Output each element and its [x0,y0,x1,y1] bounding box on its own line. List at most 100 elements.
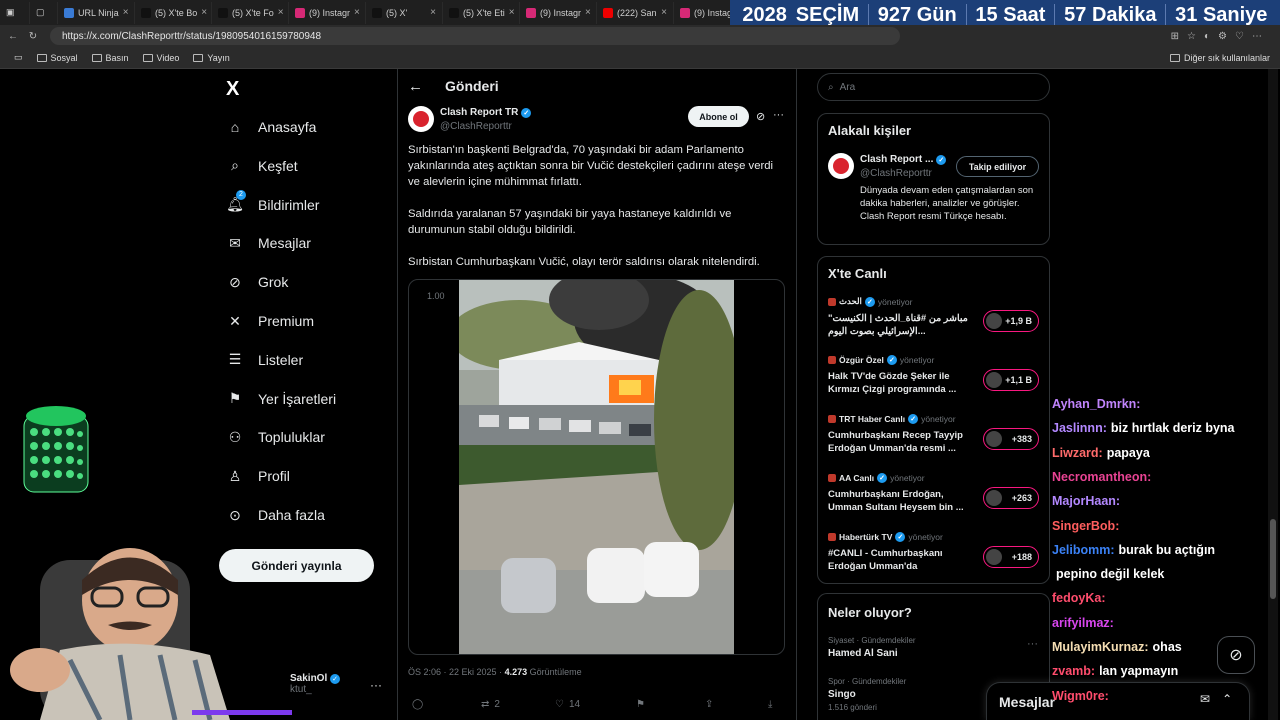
bookmark-folder[interactable]: Basın [91,53,129,63]
like-button[interactable]: ♡ 14 [555,699,580,710]
grok-icon[interactable]: ⊘ [756,110,765,123]
related-bio: Dünyada devam eden çatışmalardan son dak… [860,185,1034,222]
sidebar-item-label: Topluluklar [258,429,325,446]
browser-tab[interactable]: (9) Instagr× [289,1,366,24]
sidebar-item-x-premium[interactable]: ✕ Premium [226,309,314,333]
tab-favicon-icon [141,7,151,18]
browser-tab[interactable]: (5) X'te Fo × [212,1,289,24]
chat-message: Jelibomm: burak bu açtığın [1052,542,1215,559]
live-item[interactable]: TRT Haber Canlı ✓ yönetiyor Cumhurbaşkanı R… [828,414,1043,455]
author-name-row[interactable]: Clash Report TR ✓ [440,107,532,118]
sidebar-item-bell[interactable]: 🔔︎ Bildirimler 2 [226,189,319,217]
sidebar-item-search[interactable]: ⌕ Keşfet [226,154,298,178]
sidebar-item-mail[interactable]: ✉ Mesajlar [226,231,311,255]
trend-item[interactable]: Siyaset · Gündemdekiler Hamed Al Sani [828,636,1038,662]
tab-close-icon[interactable]: × [585,7,591,18]
browser-tab[interactable]: (222) San × [597,1,674,24]
listener-count[interactable]: +1,1 B [983,369,1039,391]
browser-tab[interactable]: (5) X'te Eti × [443,1,520,24]
sidebar-item-list[interactable]: ☰ Listeler [226,348,303,372]
video-frame[interactable] [459,280,734,654]
author-avatar[interactable] [408,106,434,132]
live-status: yönetiyor [890,473,925,483]
reading-list-icon[interactable]: ▭ [14,52,23,63]
bookmark-folder[interactable]: Yayın [193,53,230,63]
page-scrollbar[interactable] [1268,69,1278,720]
listener-count[interactable]: +263 [983,487,1039,509]
sidebar-item-grok[interactable]: ⊘ Grok [226,270,288,294]
grok-fab-icon[interactable]: ⊘ [1217,636,1255,674]
listener-count[interactable]: +188 [983,546,1039,568]
back-arrow-icon[interactable]: ← [408,78,423,95]
chat-username: Ayhan_Dmrkn: [1052,397,1141,411]
chat-text: lan yapmayın [1099,664,1179,679]
listener-count[interactable]: +1,9 B [983,310,1039,332]
browser-tab[interactable]: URL Ninja × [58,1,135,24]
reply-button[interactable]: ◯ [412,699,428,710]
live-item[interactable]: Habertürk TV ✓ yönetiyor #CANLI - Cumhurbaş… [828,532,1043,573]
tab-close-icon[interactable]: × [430,7,436,18]
tab-actions-icon[interactable]: ▢ [30,1,58,24]
tab-close-icon[interactable]: × [354,7,360,18]
tab-close-icon[interactable]: × [509,7,515,18]
sidebar-item-bookmark[interactable]: ⚑ Yer İşaretleri [226,387,336,411]
post-video[interactable]: 1.00 [408,279,785,655]
tab-close-icon[interactable]: × [278,7,284,18]
share-button[interactable]: ⇪ [705,699,713,710]
related-name-row[interactable]: Clash Report ... ✓ [860,154,947,165]
back-icon[interactable]: ← [6,31,20,42]
subscribe-button[interactable]: Abone ol [688,106,749,127]
download-button[interactable]: ⤓ [768,699,772,710]
tab-label: URL Ninja [78,7,119,18]
x-logo[interactable]: X [226,78,239,101]
account-handle: ktut_ [290,684,312,695]
related-avatar[interactable] [828,153,854,179]
folder-icon [36,53,47,62]
live-item[interactable]: الحدث ✓ yönetiyor مباشر من #قناة_الحدث | ال… [828,296,1043,338]
more-options-icon[interactable]: ··· [773,109,784,121]
expand-icon[interactable]: ⌃ [1222,692,1232,706]
account-switcher[interactable]: SakinOl ✓ ktut_ [290,673,341,695]
trend-more-icon[interactable]: ··· [1027,638,1038,650]
author-handle[interactable]: @ClashReporttr [440,121,512,132]
bookmark-folder[interactable]: Video [142,53,179,63]
extension-icons[interactable]: ⊞☆◐⚙♡⋯ [1171,31,1270,42]
search-input[interactable]: ⌕ Ara [817,73,1050,101]
list-icon: ☰ [228,351,242,368]
sidebar-item-communities[interactable]: ⚇ Topluluklar [226,425,325,449]
jar-overlay-image [23,406,89,493]
tab-close-icon[interactable]: × [201,7,207,18]
live-item[interactable]: AA Canlı ✓ yönetiyor Cumhurbaşkanı Erdoğan,… [828,473,1043,514]
browser-tab[interactable]: (5) X' × [366,1,443,24]
chat-message: Wigm0re: [1052,688,1113,705]
tab-close-icon[interactable]: × [123,7,129,18]
chat-username: arifyilmaz: [1052,615,1114,630]
bookmark-button[interactable]: ⚑ [636,699,645,710]
following-button[interactable]: Takip ediliyor [956,156,1039,177]
bookmark-folder[interactable]: Sosyal [36,53,78,63]
browser-tab[interactable]: (9) Instagr× [520,1,597,24]
live-item[interactable]: Özgür Özel ✓ yönetiyor Halk TV'de Gözde Şek… [828,355,1043,396]
sidebar-item-profile[interactable]: ♙ Profil [226,464,290,488]
post-paragraph-2: Saldırıda yaralanan 57 yaşındaki bir yay… [408,208,732,236]
source-icon [828,474,836,482]
live-title-text: Halk TV'de Gözde Şeker ile Kırmızı Çizgi… [828,371,957,395]
listener-count[interactable]: +383 [983,428,1039,450]
live-source: Habertürk TV [839,532,893,542]
tab-close-icon[interactable]: × [661,7,667,18]
live-source: Özgür Özel [839,355,884,365]
new-message-icon[interactable]: ✉ [1200,692,1210,706]
other-bookmarks[interactable]: Diğer sık kullanılanlar [1169,53,1270,63]
reload-icon[interactable]: ↻ [26,31,40,42]
tab-label: (5) X'te Eti [463,7,505,18]
browser-menu-icon[interactable]: ▣ [0,1,30,24]
sidebar-item-home[interactable]: ⌂ Anasayfa [226,115,317,139]
sidebar-item-more[interactable]: ⊙ Daha fazla [226,503,325,527]
tab-label: (5) X'te Bo [155,7,198,18]
account-more-icon[interactable]: ··· [370,678,382,692]
related-people-card: Alakalı kişiler [817,113,1050,245]
related-handle[interactable]: @ClashReporttr [860,168,932,179]
browser-tab[interactable]: (5) X'te Bo × [135,1,212,24]
repost-button[interactable]: ⇄ 2 [481,699,500,710]
url-field[interactable]: https://x.com/ClashReporttr/status/19809… [50,27,900,45]
